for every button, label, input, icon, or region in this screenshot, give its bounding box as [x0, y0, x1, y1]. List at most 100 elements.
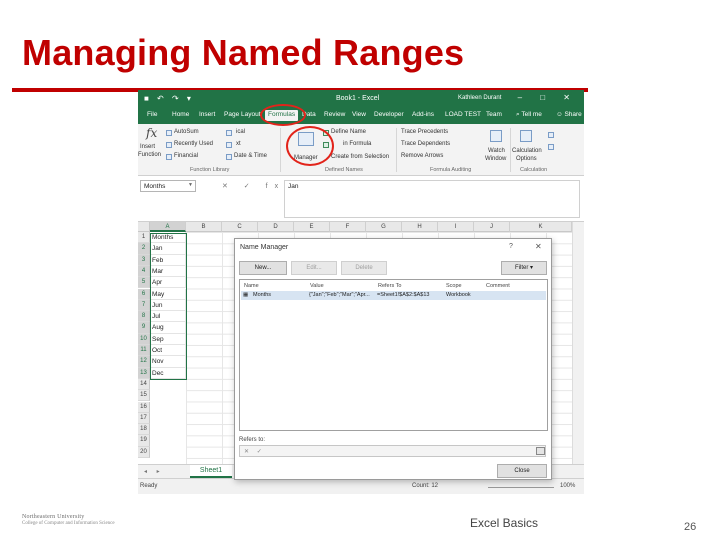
trace-dependents-button[interactable]: Trace Dependents	[401, 141, 450, 147]
row-header[interactable]: 7	[138, 299, 150, 312]
column-header[interactable]: K	[510, 222, 572, 232]
delete-name-button[interactable]: Delete	[341, 261, 387, 275]
column-header[interactable]: G	[366, 222, 402, 232]
column-header[interactable]: I	[438, 222, 474, 232]
autosum-button[interactable]: AutoSum	[174, 129, 199, 135]
insert-function-label[interactable]: Insert	[140, 144, 155, 150]
list-header-scope[interactable]: Scope	[446, 283, 462, 289]
formula-input[interactable]: Jan	[284, 180, 580, 218]
row-header[interactable]: 9	[138, 322, 150, 334]
tab-view[interactable]: View	[352, 111, 366, 118]
text-button[interactable]: xt	[236, 141, 241, 147]
vertical-scrollbar[interactable]	[572, 222, 584, 464]
row-header[interactable]: 17	[138, 412, 150, 425]
row-header[interactable]: 8	[138, 311, 150, 323]
formulas-ribbon: fx Insert Function AutoSum Recently Used…	[138, 124, 584, 176]
define-name-button[interactable]: Define Name	[331, 129, 366, 135]
row-header[interactable]: 3	[138, 254, 150, 266]
close-icon[interactable]: ✕	[535, 242, 542, 251]
calculate-now-icon[interactable]	[548, 132, 554, 138]
tab-load-test[interactable]: LOAD TEST	[445, 111, 481, 118]
names-list[interactable]: Name Value Refers To Scope Comment ▦ Mon…	[239, 279, 548, 431]
row-header[interactable]: 5	[138, 277, 150, 289]
tab-page-layout[interactable]: Page Layout	[224, 111, 261, 118]
row-header[interactable]: 19	[138, 435, 150, 447]
status-ready: Ready	[140, 483, 158, 489]
refers-to-input[interactable]: ✕ ✓	[239, 445, 546, 457]
formula-auditing-group-label: Formula Auditing	[430, 167, 472, 173]
column-header[interactable]: D	[258, 222, 294, 232]
new-name-button[interactable]: New...	[239, 261, 287, 275]
tab-team[interactable]: Team	[486, 111, 502, 118]
list-header-refers-to[interactable]: Refers To	[378, 283, 401, 289]
function-label[interactable]: Function	[138, 152, 161, 158]
options-label[interactable]: Options	[516, 156, 537, 162]
zoom-level[interactable]: 100%	[560, 483, 575, 489]
column-header[interactable]: A	[150, 222, 186, 232]
function-library-group-label: Function Library	[190, 167, 230, 173]
window-label[interactable]: Window	[485, 156, 506, 162]
select-all-corner[interactable]	[138, 222, 150, 232]
row-header[interactable]: 12	[138, 356, 150, 368]
column-header[interactable]: F	[330, 222, 366, 232]
tab-file[interactable]: File	[147, 111, 157, 118]
create-from-selection-button[interactable]: Create from Selection	[331, 154, 389, 160]
calculate-sheet-icon[interactable]	[548, 144, 554, 150]
watch-window-label[interactable]: Watch	[488, 148, 505, 154]
row-header[interactable]: 10	[138, 333, 150, 345]
sheet-nav-arrows[interactable]: ◂ ▸	[144, 468, 164, 475]
edit-name-button[interactable]: Edit...	[291, 261, 337, 275]
refers-to-icons[interactable]: ✕ ✓	[244, 448, 265, 455]
sheet-tab[interactable]: Sheet1	[190, 465, 232, 478]
row-header[interactable]: 15	[138, 390, 150, 402]
row-header[interactable]: 1	[138, 232, 150, 244]
column-header[interactable]: B	[186, 222, 222, 232]
column-header[interactable]: C	[222, 222, 258, 232]
tab-home[interactable]: Home	[172, 111, 189, 118]
trace-precedents-button[interactable]: Trace Precedents	[401, 129, 448, 135]
use-in-formula-button[interactable]: in Formula	[343, 141, 371, 147]
tab-insert[interactable]: Insert	[199, 111, 215, 118]
calculation-options-label[interactable]: Calculation	[512, 148, 542, 154]
formula-bar-icons[interactable]: ✕ ✓ fx	[222, 182, 285, 190]
tab-add-ins[interactable]: Add-ins	[412, 111, 434, 118]
logical-button[interactable]: ical	[236, 129, 245, 135]
recently-used-button[interactable]: Recently Used	[174, 141, 213, 147]
zoom-slider[interactable]	[488, 487, 554, 488]
column-header[interactable]: J	[474, 222, 510, 232]
list-item[interactable]: ▦ Months {"Jan";"Feb";"Mar";"Apr... =She…	[241, 291, 546, 300]
collapse-dialog-icon[interactable]	[536, 447, 545, 455]
quick-access-toolbar[interactable]: ■ ↶ ↷ ▾	[144, 94, 194, 103]
column-header[interactable]: E	[294, 222, 330, 232]
list-header-name[interactable]: Name	[244, 283, 259, 289]
list-header-value[interactable]: Value	[310, 283, 324, 289]
row-header[interactable]: 6	[138, 288, 150, 300]
row-header[interactable]: 4	[138, 265, 150, 278]
tab-review[interactable]: Review	[324, 111, 345, 118]
row-header[interactable]: 13	[138, 367, 150, 379]
date-time-button[interactable]: Date & Time	[234, 153, 267, 159]
tab-developer[interactable]: Developer	[374, 111, 404, 118]
list-item-refers-to: =Sheet1!$A$2:$A$13	[377, 292, 430, 298]
row-header[interactable]: 14	[138, 378, 150, 391]
remove-arrows-button[interactable]: Remove Arrows	[401, 153, 443, 159]
row-header[interactable]: 16	[138, 401, 150, 413]
filter-button[interactable]: Filter ▾	[501, 261, 547, 275]
logical-icon	[226, 130, 232, 136]
selected-range	[150, 232, 187, 380]
row-header[interactable]: 20	[138, 446, 150, 458]
list-header-comment[interactable]: Comment	[486, 283, 510, 289]
help-icon[interactable]: ?	[509, 243, 513, 250]
column-header[interactable]: H	[402, 222, 438, 232]
clock-icon	[226, 154, 232, 160]
window-controls[interactable]: – □ ✕	[518, 93, 578, 102]
close-button[interactable]: Close	[497, 464, 547, 478]
row-header[interactable]: 18	[138, 424, 150, 436]
financial-button[interactable]: Financial	[174, 153, 198, 159]
chevron-down-icon[interactable]: ▼	[188, 182, 193, 188]
tell-me-search[interactable]: ⌕ Tell me	[516, 111, 542, 119]
row-header[interactable]: 2	[138, 243, 150, 255]
share-button[interactable]: ☺ Share	[556, 111, 582, 118]
row-header[interactable]: 11	[138, 345, 150, 357]
ribbon-separator	[510, 128, 511, 172]
